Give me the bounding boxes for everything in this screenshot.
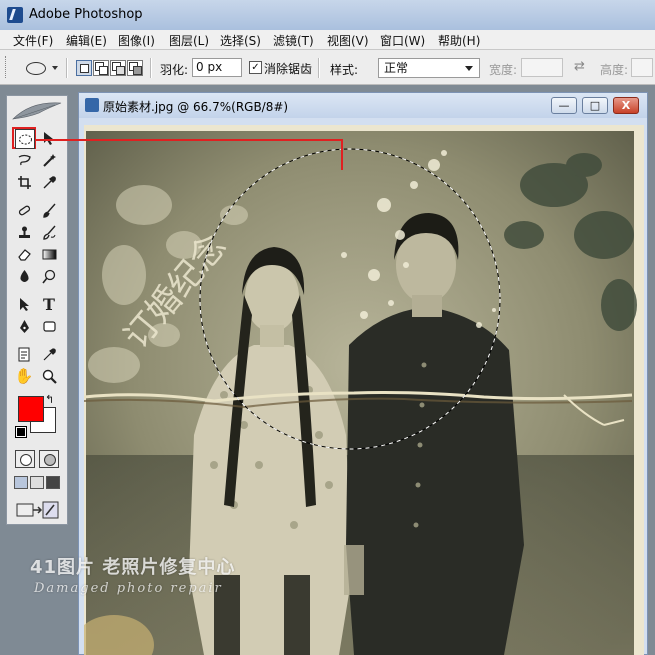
zoom-tool-icon[interactable] — [40, 367, 58, 385]
options-grip[interactable] — [5, 56, 9, 78]
default-colors-icon[interactable] — [15, 426, 27, 438]
width-label: 宽度: — [489, 63, 518, 77]
clone-stamp-tool-icon[interactable] — [15, 223, 33, 241]
style-select[interactable]: 正常 — [378, 58, 480, 78]
eraser-tool-icon[interactable] — [15, 245, 33, 263]
menu-view[interactable]: 视图(V) — [327, 32, 369, 49]
healing-brush-tool-icon[interactable] — [15, 201, 33, 219]
notes-tool-icon[interactable] — [15, 345, 33, 363]
width-input[interactable] — [521, 58, 563, 77]
add-to-selection-button[interactable] — [93, 60, 109, 76]
chevron-down-icon — [465, 66, 473, 71]
menu-select[interactable]: 选择(S) — [220, 32, 261, 49]
menu-bar: 文件(F) 编辑(E) 图像(I) 图层(L) 选择(S) 滤镜(T) 视图(V… — [0, 30, 655, 50]
separator — [150, 58, 152, 78]
type-tool-icon[interactable]: T — [40, 295, 58, 314]
style-select-value: 正常 — [384, 61, 409, 75]
magic-wand-tool-icon[interactable] — [40, 151, 58, 169]
path-selection-tool-icon[interactable] — [15, 295, 33, 313]
gradient-tool-icon[interactable] — [40, 245, 58, 263]
style-label: 样式: — [330, 63, 359, 77]
eyedropper-tool-icon[interactable] — [40, 173, 58, 191]
maximize-button[interactable]: □ — [582, 97, 608, 114]
toolbox: T ✋ ↰ — [6, 95, 68, 525]
subtract-from-selection-button[interactable] — [110, 60, 126, 76]
jump-to-imageready-icon[interactable] — [15, 500, 61, 520]
standard-screen-mode-button[interactable] — [14, 476, 28, 489]
feather-input[interactable]: 0 px — [192, 58, 242, 77]
elliptical-marquee-tool-icon[interactable] — [15, 129, 35, 149]
watermark-subtitle: Damaged photo repair — [34, 581, 223, 596]
lasso-tool-icon[interactable] — [15, 151, 33, 169]
full-screen-menu-mode-button[interactable] — [30, 476, 44, 489]
menu-layer[interactable]: 图层(L) — [169, 32, 209, 49]
document-titlebar[interactable]: 原始素材.jpg @ 66.7%(RGB/8#) — □ X — [79, 93, 647, 118]
menu-filter[interactable]: 滤镜(T) — [273, 32, 314, 49]
antialias-label: 消除锯齿 — [264, 62, 313, 76]
photoshop-app-icon — [7, 7, 23, 23]
separator — [66, 58, 68, 78]
tool-preset-dropdown-icon[interactable] — [52, 66, 58, 70]
swap-colors-icon[interactable]: ↰ — [45, 393, 54, 406]
feather-label: 羽化: — [160, 63, 189, 77]
height-label: 高度: — [600, 63, 629, 77]
menu-help[interactable]: 帮助(H) — [438, 32, 480, 49]
document-title: 原始素材.jpg @ 66.7%(RGB/8#) — [103, 100, 289, 114]
pen-tool-icon[interactable] — [15, 317, 33, 335]
full-screen-mode-button[interactable] — [46, 476, 60, 489]
separator — [318, 58, 320, 78]
height-input[interactable] — [631, 58, 653, 77]
watermark: 41图片 老照片修复中心 Damaged photo repair — [30, 553, 250, 603]
hand-tool-icon[interactable]: ✋ — [15, 367, 34, 385]
watermark-title: 41图片 老照片修复中心 — [30, 557, 236, 578]
crop-tool-icon[interactable] — [15, 173, 33, 191]
blur-tool-icon[interactable] — [15, 267, 33, 285]
close-button[interactable]: X — [613, 97, 639, 114]
app-titlebar: Adobe Photoshop — [0, 0, 655, 31]
brush-tool-icon[interactable] — [40, 201, 58, 219]
swap-dimensions-icon[interactable]: ⇄ — [574, 59, 585, 74]
app-title: Adobe Photoshop — [29, 7, 143, 22]
intersect-selection-button[interactable] — [127, 60, 143, 76]
tool-preset-ellipse-icon[interactable] — [26, 62, 46, 75]
eyedropper-sample-tool-icon[interactable] — [40, 345, 58, 363]
menu-edit[interactable]: 编辑(E) — [66, 32, 107, 49]
feather-logo-icon[interactable] — [11, 99, 63, 121]
menu-window[interactable]: 窗口(W) — [380, 32, 425, 49]
history-brush-tool-icon[interactable] — [40, 223, 58, 241]
new-selection-button[interactable] — [76, 60, 92, 76]
minimize-button[interactable]: — — [551, 97, 577, 114]
move-tool-icon[interactable] — [40, 129, 58, 147]
rectangle-tool-icon[interactable] — [40, 317, 58, 335]
menu-image[interactable]: 图像(I) — [118, 32, 155, 49]
tool-options-bar: 羽化: 0 px ✓ 消除锯齿 样式: 正常 宽度: ⇄ 高度: — [0, 50, 655, 85]
menu-file[interactable]: 文件(F) — [13, 32, 53, 49]
foreground-color-swatch[interactable] — [18, 396, 44, 422]
standard-mode-button[interactable] — [15, 450, 35, 468]
dodge-tool-icon[interactable] — [40, 267, 58, 285]
document-icon — [85, 98, 99, 112]
antialias-checkbox[interactable]: ✓ — [249, 61, 262, 74]
quick-mask-mode-button[interactable] — [39, 450, 59, 468]
